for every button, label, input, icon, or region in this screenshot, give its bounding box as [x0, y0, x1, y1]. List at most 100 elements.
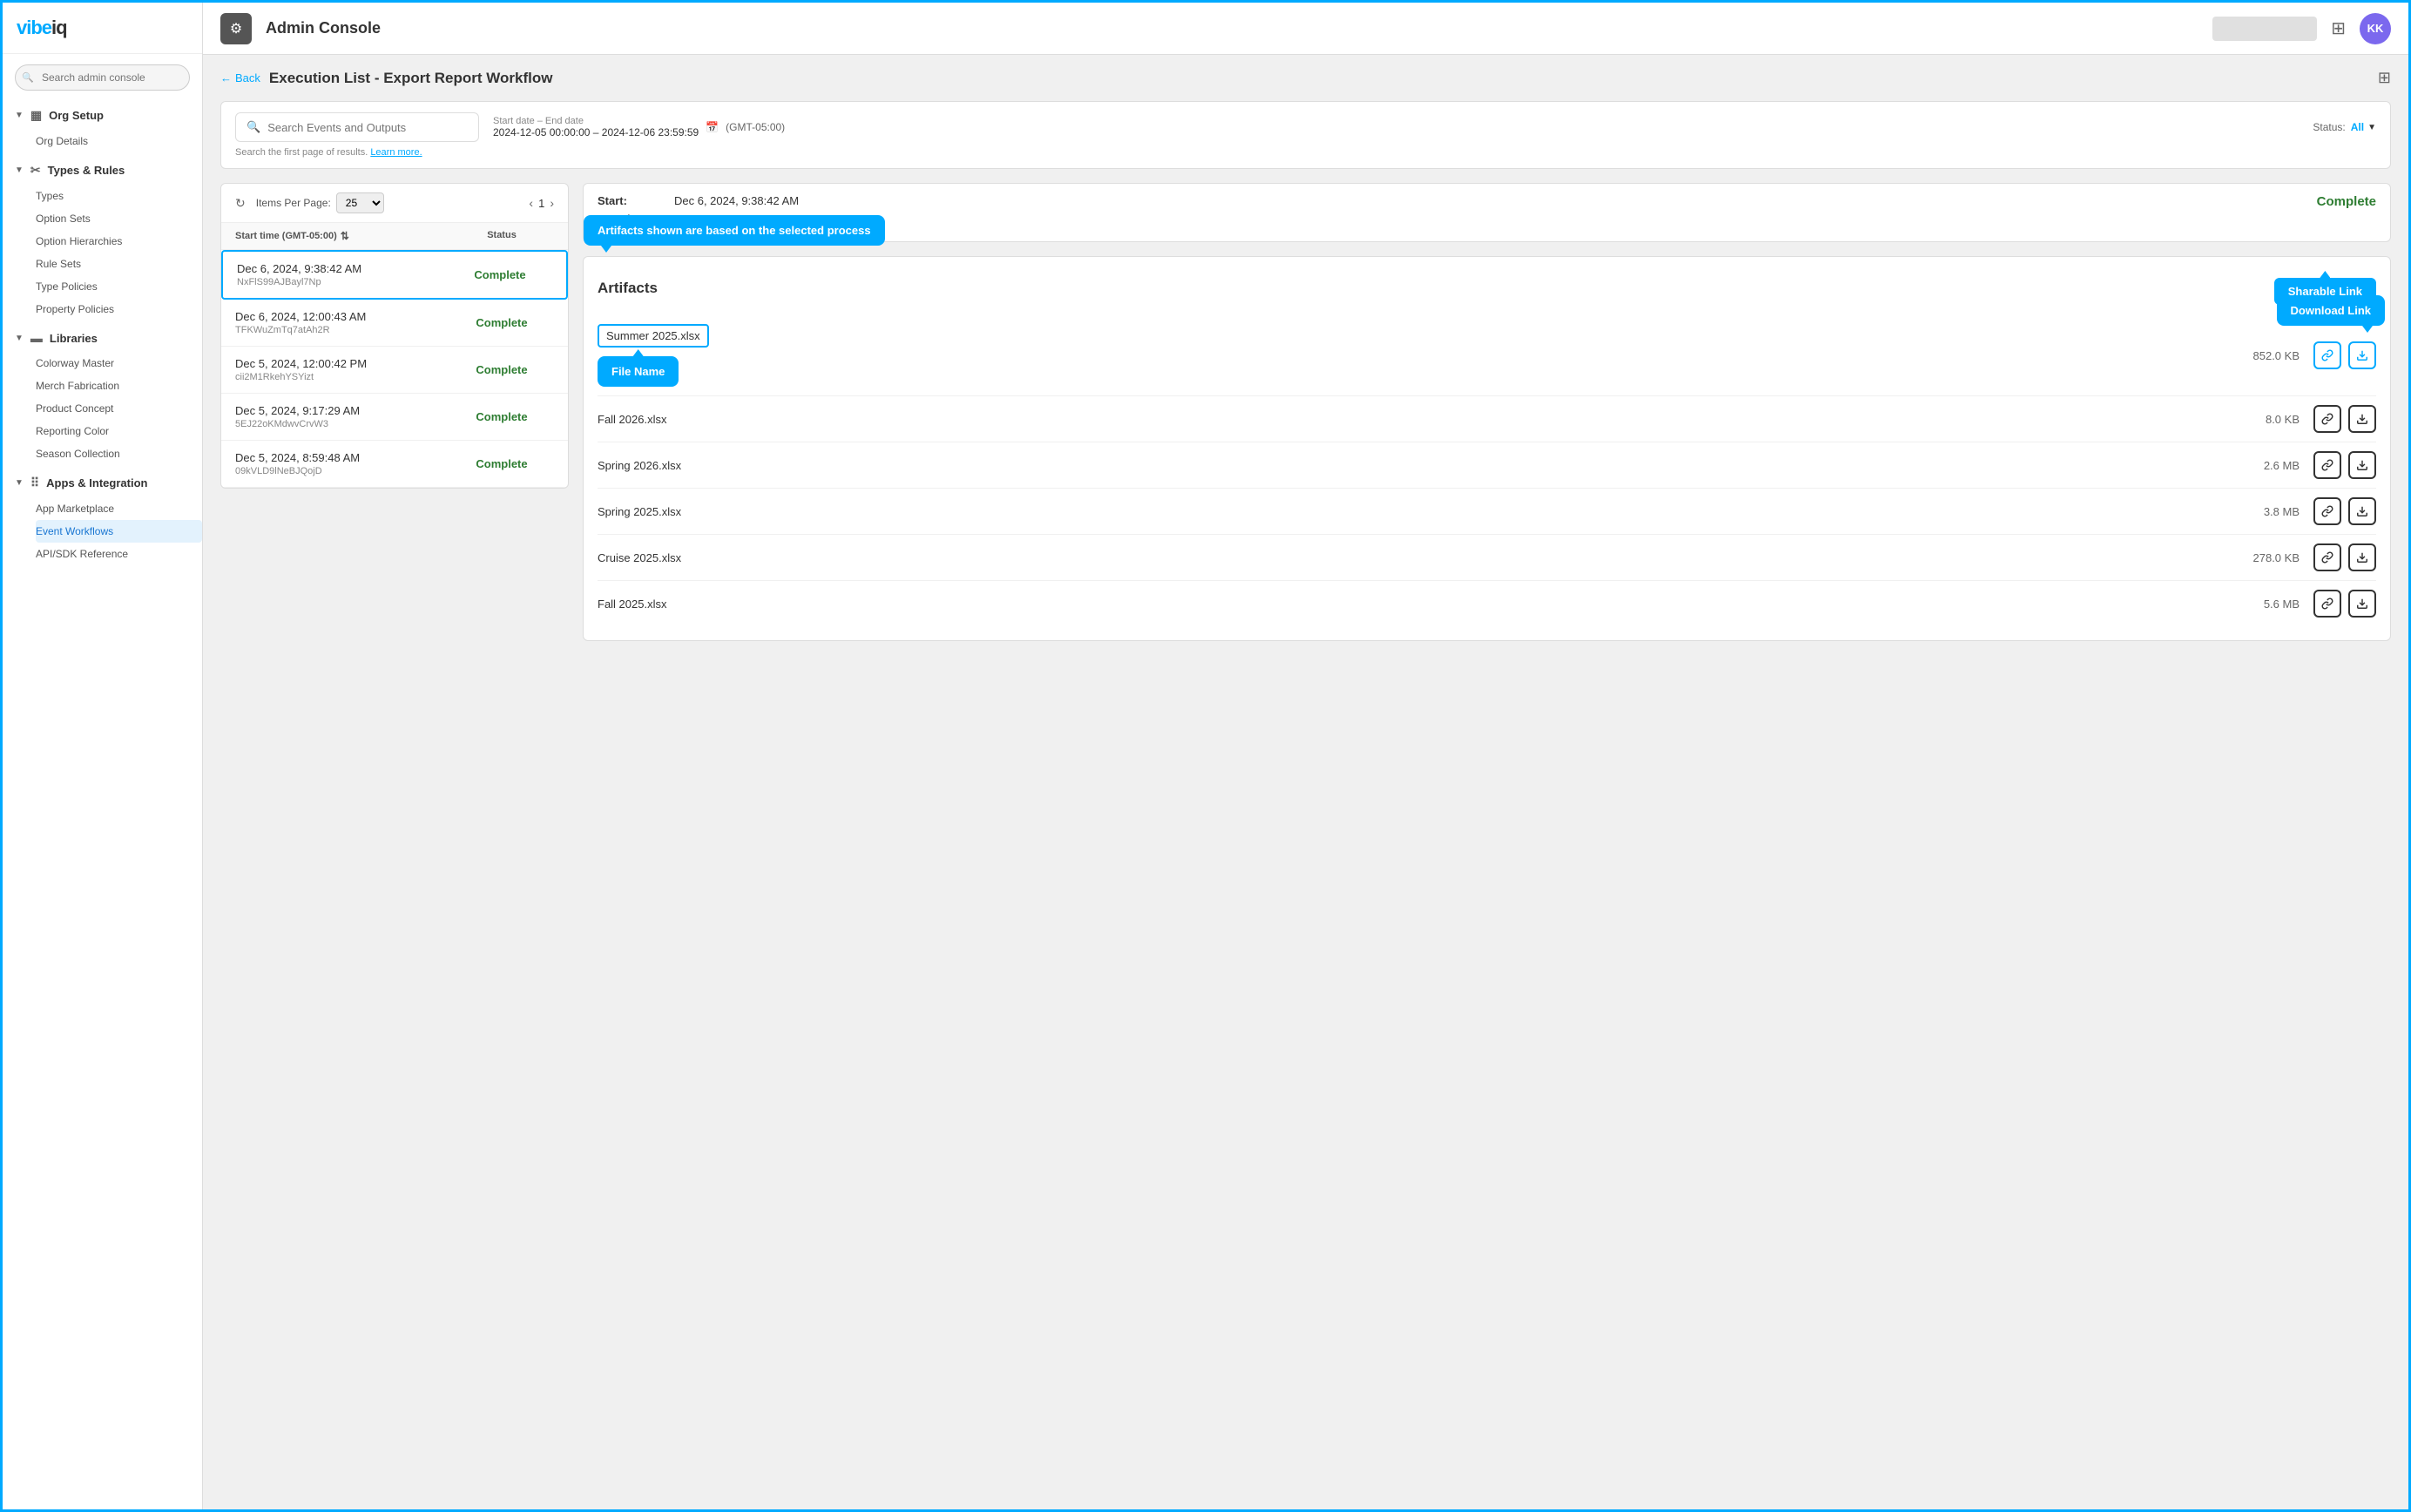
- sidebar-item-org-details[interactable]: Org Details: [36, 130, 202, 152]
- sidebar-item-rule-sets[interactable]: Rule Sets: [36, 253, 202, 275]
- exec-status: Complete: [449, 316, 554, 329]
- logo: vibeiq: [3, 3, 202, 54]
- libraries-label: Libraries: [50, 332, 98, 345]
- table-row[interactable]: Dec 6, 2024, 12:00:43 AM TFKWuZmTq7atAh2…: [221, 300, 568, 347]
- tooltip-arrow-down: [601, 246, 611, 253]
- sidebar-item-libraries[interactable]: ▼ ▬ Libraries: [3, 324, 202, 352]
- avatar: KK: [2360, 13, 2391, 44]
- sidebar-item-colorway-master[interactable]: Colorway Master: [36, 352, 202, 375]
- libraries-icon: ▬: [30, 331, 43, 345]
- table-row[interactable]: Dec 5, 2024, 12:00:42 PM cii2M1RkehYSYiz…: [221, 347, 568, 394]
- artifact-actions: [2313, 543, 2376, 571]
- download-action-area: Download Link: [2348, 341, 2376, 369]
- artifact-name: Spring 2025.xlsx: [598, 505, 2230, 518]
- artifact-download-button[interactable]: [2348, 341, 2376, 369]
- artifact-name: Spring 2026.xlsx: [598, 459, 2230, 472]
- grid-icon[interactable]: ⊞: [2331, 17, 2346, 39]
- back-button[interactable]: Back: [220, 71, 260, 84]
- tooltip-arrow-up: [633, 349, 644, 356]
- row-info: Dec 5, 2024, 12:00:42 PM cii2M1RkehYSYiz…: [235, 357, 449, 382]
- refresh-icon[interactable]: ↻: [235, 196, 246, 211]
- layout-icon[interactable]: ⊞: [2378, 69, 2391, 87]
- items-per-page-select[interactable]: 25 50 100: [336, 192, 384, 213]
- types-rules-label: Types & Rules: [48, 164, 125, 177]
- artifact-size: 278.0 KB: [2230, 551, 2300, 564]
- sidebar-item-type-policies[interactable]: Type Policies: [36, 275, 202, 298]
- artifact-row: Spring 2026.xlsx 2.6 MB: [598, 442, 2376, 489]
- sidebar-item-apps-integration[interactable]: ▼ ⠿ Apps & Integration: [3, 469, 202, 497]
- sidebar-item-property-policies[interactable]: Property Policies: [36, 298, 202, 321]
- learn-more-link[interactable]: Learn more.: [370, 147, 422, 158]
- artifact-name: Fall 2025.xlsx: [598, 597, 2230, 611]
- topbar-title: Admin Console: [266, 19, 2198, 37]
- items-per-page: Items Per Page: 25 50 100: [256, 192, 384, 213]
- artifact-size: 2.6 MB: [2230, 459, 2300, 472]
- search-input[interactable]: [15, 64, 190, 91]
- table-row[interactable]: Dec 5, 2024, 9:17:29 AM 5EJ22oKMdwvCrvW3…: [221, 394, 568, 441]
- artifact-download-button[interactable]: [2348, 543, 2376, 571]
- artifact-link-button[interactable]: [2313, 497, 2341, 525]
- sidebar-item-api-sdk-reference[interactable]: API/SDK Reference: [36, 543, 202, 565]
- page-title: Execution List - Export Report Workflow: [269, 70, 553, 87]
- exec-datetime: Dec 5, 2024, 9:17:29 AM: [235, 404, 449, 417]
- artifact-link-button[interactable]: [2313, 543, 2341, 571]
- download-link-tooltip: Download Link: [2277, 295, 2385, 326]
- status-badge: Complete: [476, 363, 527, 376]
- artifact-name: Summer 2025.xlsx: [606, 329, 700, 342]
- artifacts-header: Artifacts Sharable Link: [598, 271, 2376, 305]
- artifact-link-button[interactable]: [2313, 405, 2341, 433]
- sidebar-item-event-workflows[interactable]: Event Workflows: [36, 520, 202, 543]
- nav-section-types-rules: ▼ ✂ Types & Rules Types Option Sets Opti…: [3, 156, 202, 321]
- table-row[interactable]: Dec 6, 2024, 9:38:42 AM NxFlS99AJBayl7Np…: [221, 250, 568, 300]
- detail-start: Start: Dec 6, 2024, 9:38:42 AM: [598, 194, 799, 207]
- artifact-link-button[interactable]: [2313, 341, 2341, 369]
- sidebar-nav: ▼ ▦ Org Setup Org Details ▼ ✂ Types & Ru…: [3, 101, 202, 1509]
- artifact-name: Cruise 2025.xlsx: [598, 551, 2230, 564]
- list-controls: ↻ Items Per Page: 25 50 100 ‹: [221, 184, 568, 223]
- exec-id: cii2M1RkehYSYizt: [235, 372, 449, 382]
- exec-datetime: Dec 5, 2024, 12:00:42 PM: [235, 357, 449, 370]
- search-icon: 🔍: [247, 120, 260, 134]
- sidebar-item-option-hierarchies[interactable]: Option Hierarchies: [36, 230, 202, 253]
- sidebar-item-app-marketplace[interactable]: App Marketplace: [36, 497, 202, 520]
- exec-status: Complete: [448, 268, 552, 281]
- sidebar-item-option-sets[interactable]: Option Sets: [36, 207, 202, 230]
- status-label: Status:: [2313, 121, 2345, 133]
- sidebar-item-org-setup[interactable]: ▼ ▦ Org Setup: [3, 101, 202, 130]
- search-events-input[interactable]: [267, 121, 468, 134]
- table-row[interactable]: Dec 5, 2024, 8:59:48 AM 09kVLD9lNeBJQojD…: [221, 441, 568, 488]
- artifact-size: 8.0 KB: [2230, 413, 2300, 426]
- topbar: ⚙ Admin Console ⊞ KK: [203, 3, 2408, 55]
- artifact-actions: [2313, 497, 2376, 525]
- sidebar-item-product-concept[interactable]: Product Concept: [36, 397, 202, 420]
- sidebar-item-merch-fabrication[interactable]: Merch Fabrication: [36, 375, 202, 397]
- col-status: Status: [449, 230, 554, 242]
- date-value: 2024-12-05 00:00:00 – 2024-12-06 23:59:5…: [493, 126, 699, 138]
- execution-list: ↻ Items Per Page: 25 50 100 ‹: [220, 183, 569, 489]
- artifact-download-button[interactable]: [2348, 451, 2376, 479]
- col-start-time: Start time (GMT-05:00) ⇅: [235, 230, 449, 242]
- artifact-download-button[interactable]: [2348, 497, 2376, 525]
- sidebar-item-reporting-color[interactable]: Reporting Color: [36, 420, 202, 442]
- exec-datetime: Dec 5, 2024, 8:59:48 AM: [235, 451, 449, 464]
- artifact-download-button[interactable]: [2348, 405, 2376, 433]
- exec-id: TFKWuZmTq7atAh2R: [235, 325, 449, 335]
- artifact-download-button[interactable]: [2348, 590, 2376, 618]
- status-dropdown[interactable]: All ▼: [2351, 121, 2376, 133]
- nav-section-libraries: ▼ ▬ Libraries Colorway Master Merch Fabr…: [3, 324, 202, 465]
- artifact-link-button[interactable]: [2313, 590, 2341, 618]
- calendar-icon[interactable]: 📅: [706, 121, 719, 133]
- sidebar-item-types[interactable]: Types: [36, 185, 202, 207]
- artifact-link-button[interactable]: [2313, 451, 2341, 479]
- arrow-icon: ▼: [15, 478, 24, 488]
- prev-page-button[interactable]: ‹: [529, 196, 533, 210]
- sidebar-item-season-collection[interactable]: Season Collection: [36, 442, 202, 465]
- detail-status-badge: Complete: [2317, 194, 2376, 209]
- pagination: ‹ 1 ›: [529, 196, 554, 210]
- next-page-button[interactable]: ›: [550, 196, 554, 210]
- artifact-name: Fall 2026.xlsx: [598, 413, 2230, 426]
- artifact-row: Fall 2025.xlsx 5.6 MB: [598, 581, 2376, 626]
- sidebar-item-types-rules[interactable]: ▼ ✂ Types & Rules: [3, 156, 202, 185]
- sort-icon[interactable]: ⇅: [341, 230, 349, 242]
- status-badge: Complete: [476, 410, 527, 423]
